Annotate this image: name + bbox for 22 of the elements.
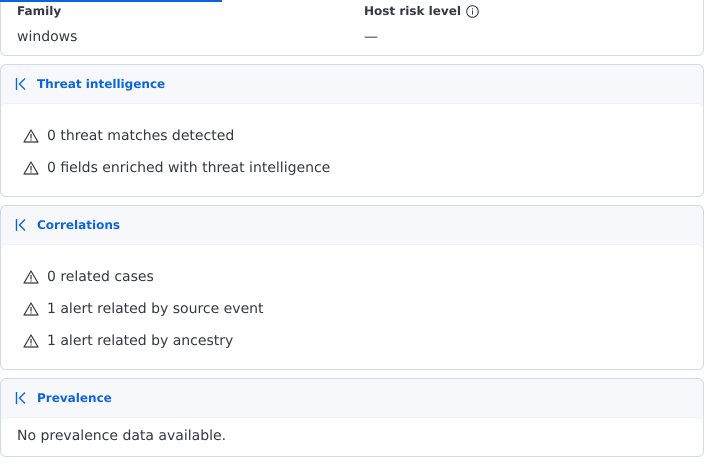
collapse-icon[interactable] bbox=[15, 77, 27, 91]
warning-icon bbox=[23, 161, 39, 175]
section-title: Prevalence bbox=[37, 391, 112, 405]
section-title: Threat intelligence bbox=[37, 77, 166, 91]
section-title: Correlations bbox=[37, 218, 120, 232]
field-label: Family bbox=[17, 4, 62, 18]
empty-message: No prevalence data available. bbox=[17, 428, 228, 444]
collapse-icon[interactable] bbox=[15, 391, 27, 405]
status-text: 0 related cases bbox=[47, 269, 154, 285]
warning-icon bbox=[23, 270, 39, 284]
status-text: 0 threat matches detected bbox=[47, 128, 234, 144]
info-icon[interactable] bbox=[466, 4, 480, 18]
warning-icon bbox=[23, 129, 39, 143]
warning-icon bbox=[23, 334, 39, 348]
collapse-icon[interactable] bbox=[15, 218, 27, 232]
field-value: — bbox=[364, 29, 379, 45]
field-label: Host risk level bbox=[364, 4, 462, 18]
warning-icon bbox=[23, 302, 39, 316]
status-text: 1 alert related by source event bbox=[47, 301, 264, 317]
status-text: 1 alert related by ancestry bbox=[47, 333, 234, 349]
status-text: 0 fields enriched with threat intelligence bbox=[47, 160, 330, 176]
field-value: windows bbox=[17, 29, 78, 45]
